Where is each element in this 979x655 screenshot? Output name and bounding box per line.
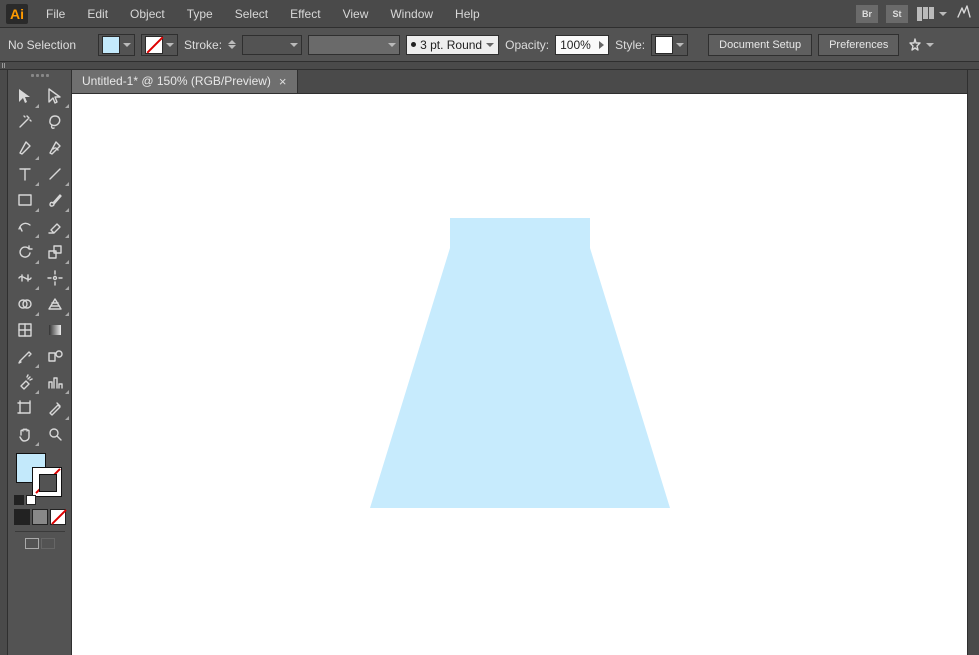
menu-select[interactable]: Select [225,3,278,25]
arrange-icon [916,6,935,22]
chevron-right-icon [599,41,604,49]
brush-dot-icon [411,42,416,47]
slice-tool[interactable] [40,395,70,421]
rotate-tool[interactable] [10,239,40,265]
menu-file[interactable]: File [36,3,75,25]
column-graph-tool[interactable] [40,369,70,395]
align-to-dropdown[interactable] [907,37,934,53]
right-dock-strip[interactable] [967,70,979,655]
bridge-button[interactable]: Br [856,5,878,23]
zoom-tool[interactable] [40,421,70,447]
style-label: Style: [615,38,645,52]
document-area: Untitled-1* @ 150% (RGB/Preview) × [72,70,967,655]
gradient-tool[interactable] [40,317,70,343]
blend-tool[interactable] [40,343,70,369]
color-mode-row [14,509,66,525]
menu-window[interactable]: Window [380,3,443,25]
menu-help[interactable]: Help [445,3,490,25]
artboard-tool[interactable] [10,395,40,421]
panel-collapse-strip[interactable] [0,62,979,70]
fill-swatch [102,36,120,54]
pen-tool[interactable] [10,135,40,161]
lasso-tool[interactable] [40,109,70,135]
color-mode-gradient[interactable] [32,509,48,525]
selection-status: No Selection [8,38,76,52]
stroke-weight-dropdown[interactable] [242,35,302,55]
stock-button[interactable]: St [886,5,908,23]
brush-definition-dropdown[interactable]: 3 pt. Round [406,35,499,55]
opacity-field[interactable]: 100% [555,35,609,55]
style-swatch [655,36,673,54]
chevron-down-icon [166,43,174,47]
screen-mode-full[interactable] [41,538,55,549]
shaper-tool[interactable] [10,213,40,239]
close-tab-button[interactable]: × [279,74,287,89]
canvas[interactable] [72,94,967,655]
menu-object[interactable]: Object [120,3,175,25]
left-dock-strip[interactable] [0,70,8,655]
stroke-box[interactable] [32,467,62,497]
scale-tool[interactable] [40,239,70,265]
divider [15,531,65,532]
menu-bar: Ai File Edit Object Type Select Effect V… [0,0,979,28]
opacity-label: Opacity: [505,38,549,52]
chevron-down-icon [939,12,947,16]
screen-mode-row [25,538,55,549]
fill-color-dropdown[interactable] [98,34,135,56]
chevron-down-icon [926,43,934,47]
preferences-button[interactable]: Preferences [818,34,899,56]
width-tool[interactable] [10,265,40,291]
stroke-swatch-none [145,36,163,54]
stroke-color-dropdown[interactable] [141,34,178,56]
artwork-shape[interactable] [370,218,670,508]
magic-wand-tool[interactable] [10,109,40,135]
perspective-grid-tool[interactable] [40,291,70,317]
menu-effect[interactable]: Effect [280,3,330,25]
mesh-tool[interactable] [10,317,40,343]
stroke-label: Stroke: [184,38,222,52]
menu-view[interactable]: View [333,3,379,25]
opacity-value: 100% [560,38,591,52]
app-logo: Ai [6,4,28,24]
rectangle-tool[interactable] [10,187,40,213]
symbol-sprayer-tool[interactable] [10,369,40,395]
document-tab-bar: Untitled-1* @ 150% (RGB/Preview) × [72,70,967,94]
control-bar: No Selection Stroke: 3 pt. Round Opacity… [0,28,979,62]
graphic-style-dropdown[interactable] [651,34,688,56]
line-segment-tool[interactable] [40,161,70,187]
chevron-down-icon [388,43,396,47]
selection-tool[interactable] [10,83,40,109]
paintbrush-tool[interactable] [40,187,70,213]
menu-edit[interactable]: Edit [77,3,118,25]
tools-panel [8,70,72,655]
chevron-down-icon [290,43,298,47]
chevron-down-icon [486,43,494,47]
direct-selection-tool[interactable] [40,83,70,109]
hand-tool[interactable] [10,421,40,447]
free-transform-tool[interactable] [40,265,70,291]
document-setup-button[interactable]: Document Setup [708,34,812,56]
chevron-down-icon [123,43,131,47]
document-tab-title: Untitled-1* @ 150% (RGB/Preview) [82,74,271,88]
brush-label: 3 pt. Round [420,38,482,52]
menu-type[interactable]: Type [177,3,223,25]
document-tab[interactable]: Untitled-1* @ 150% (RGB/Preview) × [72,69,298,93]
eyedropper-tool[interactable] [10,343,40,369]
variable-width-profile-dropdown[interactable] [308,35,400,55]
stroke-weight-stepper[interactable] [228,40,236,49]
arrange-documents-button[interactable] [916,6,947,22]
fill-stroke-control[interactable] [12,451,68,497]
color-mode-color[interactable] [14,509,30,525]
type-tool[interactable] [10,161,40,187]
panel-grip[interactable] [20,74,60,79]
screen-mode-normal[interactable] [25,538,39,549]
chevron-down-icon [676,43,684,47]
gpu-performance-icon[interactable] [955,4,973,23]
curvature-tool[interactable] [40,135,70,161]
color-mode-none[interactable] [50,509,66,525]
shape-builder-tool[interactable] [10,291,40,317]
eraser-tool[interactable] [40,213,70,239]
